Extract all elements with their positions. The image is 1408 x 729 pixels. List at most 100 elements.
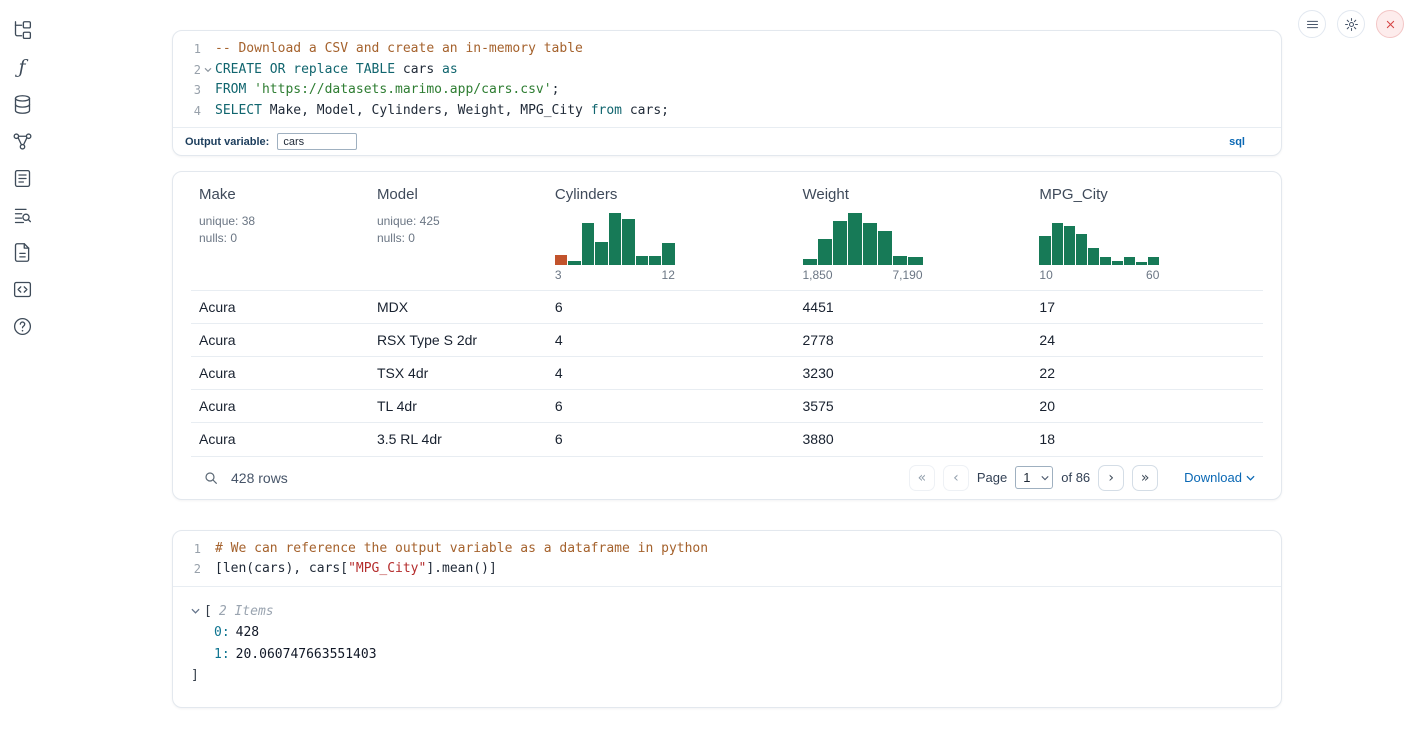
data-table: Makeunique: 38nulls: 0Modelunique: 425nu… <box>191 178 1263 456</box>
table-body: AcuraMDX6445117AcuraRSX Type S 2dr427782… <box>191 291 1263 456</box>
column-header-make[interactable]: Makeunique: 38nulls: 0 <box>191 178 369 291</box>
menu-button[interactable] <box>1298 10 1326 38</box>
table-cell: 4 <box>547 357 795 390</box>
table-cell: Acura <box>191 390 369 423</box>
settings-button[interactable] <box>1337 10 1365 38</box>
histogram-range: 10 60 <box>1039 268 1159 282</box>
table-output: Makeunique: 38nulls: 0Modelunique: 425nu… <box>172 171 1282 500</box>
datasources-icon[interactable] <box>9 92 35 116</box>
table-row[interactable]: Acura3.5 RL 4dr6388018 <box>191 423 1263 456</box>
help-icon[interactable] <box>9 314 35 338</box>
tree-root-line[interactable]: [2 Items <box>191 601 1263 623</box>
table-cell: 17 <box>1031 291 1263 324</box>
column-name: Weight <box>803 186 1024 203</box>
histogram-bar <box>555 255 567 265</box>
column-summary: unique: 425nulls: 0 <box>377 213 539 247</box>
code-token: 'https://datasets.marimo.app/cars.csv' <box>254 82 551 97</box>
output-variable-input[interactable] <box>277 133 357 150</box>
code-token: [len(cars), cars[ <box>215 561 348 576</box>
table-cell: 18 <box>1031 423 1263 456</box>
histogram-bar <box>848 213 862 265</box>
table-cell: Acura <box>191 423 369 456</box>
code-token: FROM <box>215 82 246 97</box>
documentation-icon[interactable] <box>9 240 35 264</box>
table-row[interactable]: AcuraRSX Type S 2dr4277824 <box>191 324 1263 357</box>
column-header-model[interactable]: Modelunique: 425nulls: 0 <box>369 178 547 291</box>
histogram-bar <box>1039 236 1050 265</box>
line-number: 1 <box>177 39 201 60</box>
tree-entry: 0:428 <box>191 622 1263 644</box>
fold-chevron-icon[interactable] <box>204 67 212 73</box>
variables-icon[interactable]: ƒ <box>9 55 35 79</box>
histogram-bar <box>833 221 847 265</box>
column-header-mpg_city[interactable]: MPG_City 10 60 <box>1031 178 1263 291</box>
table-cell: MDX <box>369 291 547 324</box>
table-cell: Acura <box>191 357 369 390</box>
column-name: MPG_City <box>1039 186 1255 203</box>
table-cell: Acura <box>191 324 369 357</box>
code-text: [len(cars), cars["MPG_City"].mean()] <box>215 559 497 580</box>
code-token: "MPG_City" <box>348 561 426 576</box>
shutdown-button[interactable] <box>1376 10 1404 38</box>
gutter <box>201 559 215 580</box>
histogram-max: 60 <box>1146 268 1159 282</box>
page-label: Page <box>977 470 1007 485</box>
sql-cell-footer: Output variable: sql <box>173 127 1281 155</box>
next-page-button[interactable]: › <box>1098 465 1124 491</box>
code-line: 1# We can reference the output variable … <box>177 539 1271 560</box>
histogram-bar <box>582 223 594 265</box>
scratchpad-icon[interactable] <box>9 166 35 190</box>
column-header-weight[interactable]: Weight1,8507,190 <box>795 178 1032 291</box>
items-count: 2 Items <box>219 601 274 623</box>
chevron-down-icon <box>1246 475 1255 481</box>
gutter <box>201 60 215 81</box>
histogram-min: 3 <box>555 268 562 282</box>
gutter <box>201 101 215 122</box>
table-cell: TSX 4dr <box>369 357 547 390</box>
dependency-graph-icon[interactable] <box>9 129 35 153</box>
code-token: Make, Model, Cylinders, Weight, MPG_City <box>262 103 591 118</box>
table-cell: 20 <box>1031 390 1263 423</box>
sql-code-editor[interactable]: 1-- Download a CSV and create an in-memo… <box>173 31 1281 127</box>
code-text: CREATE OR replace TABLE cars as <box>215 60 458 81</box>
unique-count: unique: 425 <box>377 213 539 230</box>
histogram-bar <box>1112 261 1123 265</box>
histogram-bar <box>878 231 892 265</box>
tree-value: 428 <box>236 622 259 644</box>
page-select-wrap: 1 <box>1015 466 1053 489</box>
logs-icon[interactable] <box>9 203 35 227</box>
table-footer: 428 rows « ‹ Page 1 of 86 › » Download <box>191 456 1263 499</box>
column-histogram <box>803 213 923 265</box>
python-cell: 1# We can reference the output variable … <box>172 530 1282 708</box>
code-text: # We can reference the output variable a… <box>215 539 708 560</box>
histogram-min: 10 <box>1039 268 1052 282</box>
histogram-bar <box>649 256 661 265</box>
first-page-button[interactable]: « <box>909 465 935 491</box>
line-number: 2 <box>177 60 201 81</box>
previous-page-button[interactable]: ‹ <box>943 465 969 491</box>
table-cell: 4 <box>547 324 795 357</box>
histogram-bar <box>622 219 634 265</box>
last-page-button[interactable]: » <box>1132 465 1158 491</box>
python-output-tree: [2 Items0:4281:20.060747663551403] <box>173 586 1281 707</box>
notebook: 1-- Download a CSV and create an in-memo… <box>172 0 1282 708</box>
histogram-bar <box>1088 248 1099 265</box>
histogram-max: 12 <box>662 268 675 282</box>
file-explorer-icon[interactable] <box>9 18 35 42</box>
download-button[interactable]: Download <box>1184 470 1255 485</box>
column-header-cylinders[interactable]: Cylinders312 <box>547 178 795 291</box>
table-cell: Acura <box>191 291 369 324</box>
table-cell: 6 <box>547 423 795 456</box>
table-cell: 6 <box>547 291 795 324</box>
page-select[interactable]: 1 <box>1015 466 1053 489</box>
table-row[interactable]: AcuraMDX6445117 <box>191 291 1263 324</box>
download-label: Download <box>1184 470 1242 485</box>
table-cell: 3230 <box>795 357 1032 390</box>
collapse-chevron-icon[interactable] <box>191 608 200 614</box>
python-code-editor[interactable]: 1# We can reference the output variable … <box>173 531 1281 586</box>
snippets-icon[interactable] <box>9 277 35 301</box>
table-row[interactable]: AcuraTL 4dr6357520 <box>191 390 1263 423</box>
tree-close-line: ] <box>191 665 1263 687</box>
table-row[interactable]: AcuraTSX 4dr4323022 <box>191 357 1263 390</box>
search-icon[interactable] <box>203 470 219 486</box>
